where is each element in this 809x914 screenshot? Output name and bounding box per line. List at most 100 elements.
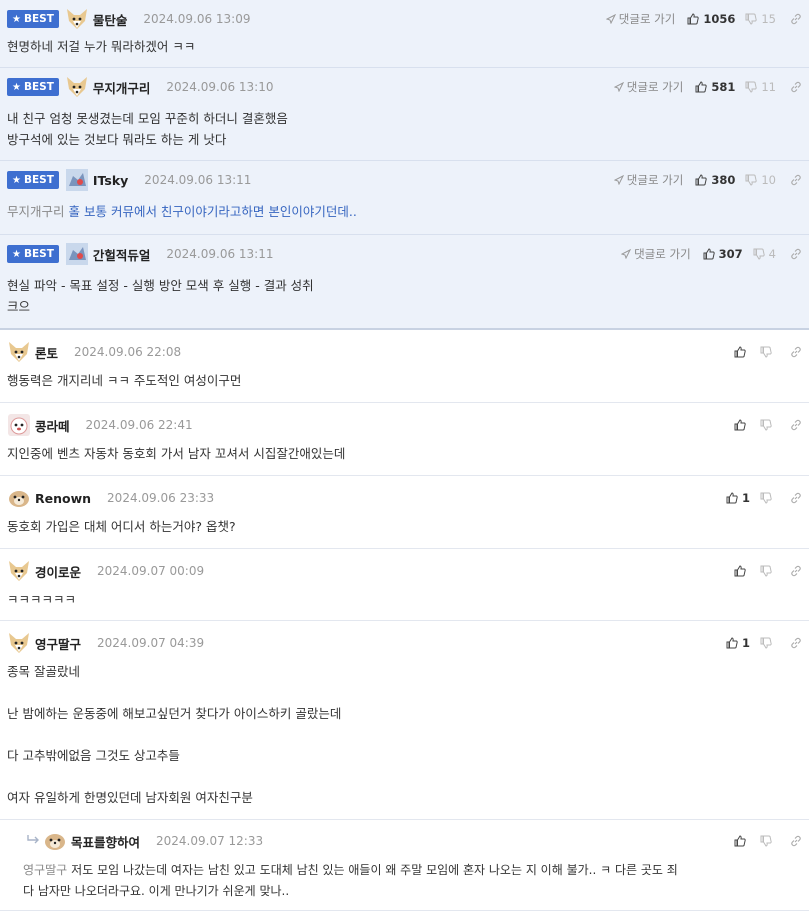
thumbs-down-icon — [745, 174, 758, 186]
comment-date: 2024.09.06 22:41 — [85, 418, 193, 432]
comment-text: 크으 — [7, 299, 31, 314]
nickname[interactable]: 영구딸구 — [35, 634, 81, 653]
comment-date: 2024.09.06 13:09 — [143, 12, 251, 26]
send-arrow-icon — [621, 249, 632, 259]
upvote-button[interactable]: 380 — [695, 173, 735, 187]
downvote-button[interactable]: 10 — [745, 173, 776, 187]
link-icon[interactable] — [790, 13, 802, 25]
comment-text: ㅋㅋㅋㅋㅋㅋ — [7, 592, 77, 607]
downvote-button[interactable] — [760, 565, 776, 577]
comment-date: 2024.09.06 13:11 — [144, 173, 252, 187]
mention-link[interactable]: 무지개구리 — [7, 204, 65, 219]
comment-text: 저도 모임 나갔는데 여자는 남친 있고 도대체 남친 있는 애들이 왜 주말 … — [71, 863, 678, 877]
link-icon[interactable] — [790, 492, 802, 504]
goto-comment-link[interactable]: 댓글로 가기 — [613, 172, 683, 188]
upvote-button[interactable]: 1 — [726, 491, 750, 505]
comment-text: 현명하네 저걸 누가 뭐라하겠어 ㅋㅋ — [7, 39, 196, 54]
avatar[interactable] — [65, 168, 89, 192]
comment-text — [7, 682, 795, 703]
link-icon[interactable] — [790, 81, 802, 93]
star-icon: ★ — [12, 13, 21, 25]
upvote-button[interactable]: 307 — [703, 247, 743, 261]
downvote-button[interactable] — [760, 835, 776, 847]
link-icon[interactable] — [790, 637, 802, 649]
best-comment: ★ BEST 물탄술 2024.09.06 13:09 댓글로 가기 1056 1… — [0, 0, 809, 68]
thumbs-up-icon — [695, 81, 708, 93]
avatar[interactable] — [7, 486, 31, 510]
upvote-button[interactable]: 1 — [726, 636, 750, 650]
comment: 콩라떼 2024.09.06 22:41 지인중에 벤츠 자동차 동호회 가서 … — [0, 403, 809, 476]
thumbs-up-icon — [734, 346, 746, 358]
nickname[interactable]: 목표를향하여 — [71, 832, 140, 851]
comment: Renown 2024.09.06 23:33 1 동호회 가입은 대체 어디서… — [0, 476, 809, 549]
thumbs-up-icon — [687, 13, 700, 25]
comment-text: 종목 잘골랐네 — [7, 664, 80, 679]
nickname[interactable]: 론토 — [35, 343, 58, 362]
nickname[interactable]: 물탄술 — [93, 10, 128, 29]
reply-arrow-icon — [26, 834, 40, 849]
best-badge: ★ BEST — [7, 245, 59, 263]
comment-text: 다 남자만 나오더라구요. 이게 만나기가 쉬운게 맞나.. — [23, 884, 290, 898]
avatar[interactable] — [7, 559, 31, 583]
upvote-button[interactable] — [734, 346, 750, 358]
thumbs-down-icon — [760, 346, 772, 358]
downvote-button[interactable]: 11 — [745, 80, 776, 94]
goto-comment-link[interactable]: 댓글로 가기 — [605, 11, 675, 27]
avatar[interactable] — [7, 340, 31, 364]
mention-link[interactable]: 영구딸구 — [23, 863, 67, 877]
downvote-button[interactable] — [760, 346, 776, 358]
upvote-button[interactable] — [734, 565, 750, 577]
thumbs-up-icon — [734, 565, 746, 577]
upvote-button[interactable] — [734, 419, 750, 431]
send-arrow-icon — [605, 14, 616, 24]
nickname[interactable]: 콩라떼 — [35, 416, 70, 435]
avatar[interactable] — [7, 631, 31, 655]
downvote-button[interactable] — [760, 419, 776, 431]
nickname[interactable]: 무지개구리 — [93, 78, 151, 97]
comment-list: ★ BEST 물탄술 2024.09.06 13:09 댓글로 가기 1056 1… — [0, 0, 809, 911]
comment: 영구딸구 2024.09.07 04:39 1 종목 잘골랐네 난 밤에하는 운… — [0, 621, 809, 819]
link-icon[interactable] — [790, 346, 802, 358]
downvote-button[interactable] — [760, 637, 776, 649]
link-icon[interactable] — [790, 248, 802, 260]
link-icon[interactable] — [790, 174, 802, 186]
thumbs-down-icon — [760, 835, 772, 847]
upvote-button[interactable]: 1056 — [687, 12, 735, 26]
downvote-button[interactable] — [760, 492, 776, 504]
comment-text: 내 친구 엄청 못생겼는데 모임 꾸준히 하더니 결혼했음 — [7, 111, 288, 126]
comment-text: 방구석에 있는 것보다 뭐라도 하는 게 낫다 — [7, 132, 227, 147]
goto-comment-link[interactable]: 댓글로 가기 — [613, 79, 683, 95]
nickname[interactable]: Renown — [35, 491, 91, 506]
thumbs-down-icon — [753, 248, 765, 260]
comment-text: 난 밤에하는 운동중에 해보고싶던거 찾다가 아이스하키 골랐는데 — [7, 706, 342, 721]
avatar[interactable] — [43, 829, 67, 853]
nickname[interactable]: 경이로운 — [35, 562, 81, 581]
downvote-button[interactable]: 4 — [753, 247, 776, 261]
goto-comment-link[interactable]: 댓글로 가기 — [621, 246, 691, 262]
comment-text: 지인중에 벤츠 자동차 동호회 가서 남자 꼬셔서 시집잘간애있는데 — [7, 446, 346, 461]
star-icon: ★ — [12, 174, 21, 186]
comment-date: 2024.09.06 22:08 — [74, 345, 182, 359]
send-arrow-icon — [613, 82, 624, 92]
thumbs-up-icon — [726, 492, 738, 504]
avatar[interactable] — [65, 75, 89, 99]
downvote-button[interactable]: 15 — [745, 12, 776, 26]
avatar[interactable] — [65, 242, 89, 266]
avatar[interactable] — [65, 7, 89, 31]
comment-date: 2024.09.07 12:33 — [156, 834, 264, 848]
thumbs-down-icon — [760, 565, 772, 577]
thumbs-down-icon — [760, 492, 772, 504]
thumbs-up-icon — [703, 248, 715, 260]
avatar[interactable] — [7, 413, 31, 437]
upvote-button[interactable] — [734, 835, 750, 847]
link-icon[interactable] — [790, 419, 802, 431]
nickname[interactable]: ITsky — [93, 173, 128, 188]
link-icon[interactable] — [790, 835, 802, 847]
thumbs-down-icon — [745, 13, 758, 25]
upvote-button[interactable]: 581 — [695, 80, 735, 94]
nickname[interactable]: 간헐적듀얼 — [93, 245, 151, 264]
comment: 경이로운 2024.09.07 00:09 ㅋㅋㅋㅋㅋㅋ — [0, 549, 809, 621]
comment-text: 다 고추밖에없음 그것도 상고추들 — [7, 748, 180, 763]
link-icon[interactable] — [790, 565, 802, 577]
best-badge: ★ BEST — [7, 78, 59, 96]
